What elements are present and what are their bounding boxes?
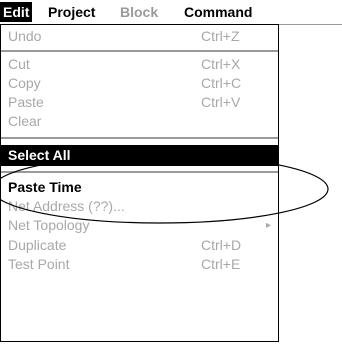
menu-bar: Edit Project Block Command bbox=[0, 0, 342, 25]
menu-block[interactable]: Block bbox=[120, 2, 158, 22]
menu-item-shortcut: Ctrl+D bbox=[201, 237, 242, 253]
menu-item-shortcut: Ctrl+X bbox=[201, 56, 241, 72]
menu-item-shortcut: Ctrl+C bbox=[201, 75, 242, 91]
menu-item-undo[interactable]: Undo Ctrl+Z bbox=[1, 27, 278, 46]
menu-item-copy[interactable]: Copy Ctrl+C bbox=[1, 74, 278, 93]
menu-item-label: Undo bbox=[8, 28, 42, 44]
menu-item-shortcut: Ctrl+E bbox=[201, 256, 241, 272]
menu-item-label: Net Address (??)... bbox=[8, 198, 125, 214]
menu-item-net-topology[interactable]: Net Topology ▸ bbox=[1, 216, 278, 235]
submenu-arrow-icon: ▸ bbox=[266, 220, 272, 231]
menu-item-label: Cut bbox=[8, 56, 30, 72]
menu-item-label: Paste Time bbox=[8, 179, 82, 195]
menu-separator bbox=[1, 171, 278, 173]
menu-item-label: Copy bbox=[8, 75, 41, 91]
menu-command[interactable]: Command bbox=[184, 2, 252, 22]
menu-separator bbox=[1, 50, 278, 52]
menu-separator bbox=[1, 137, 278, 139]
menu-item-label: Select All bbox=[8, 147, 71, 163]
menu-item-shortcut: Ctrl+V bbox=[201, 94, 241, 110]
menu-item-select-all[interactable]: Select All bbox=[1, 145, 278, 166]
menu-item-test-point[interactable]: Test Point Ctrl+E bbox=[1, 255, 278, 274]
menu-item-paste-time[interactable]: Paste Time bbox=[1, 178, 278, 197]
menu-item-label: Clear bbox=[8, 113, 42, 129]
menu-item-clear[interactable]: Clear bbox=[1, 112, 278, 131]
menu-item-label: Duplicate bbox=[8, 237, 67, 253]
menu-item-net-address[interactable]: Net Address (??)... bbox=[1, 197, 278, 216]
menu-item-label: Paste bbox=[8, 94, 44, 110]
menu-item-shortcut: Ctrl+Z bbox=[201, 28, 240, 44]
menu-edit[interactable]: Edit bbox=[0, 2, 33, 22]
edit-menu-dropdown: Undo Ctrl+Z Cut Ctrl+X Copy Ctrl+C Paste… bbox=[0, 24, 279, 342]
menu-item-label: Net Topology bbox=[8, 217, 90, 233]
menu-item-paste[interactable]: Paste Ctrl+V bbox=[1, 93, 278, 112]
menu-project[interactable]: Project bbox=[48, 2, 95, 22]
menu-item-label: Test Point bbox=[8, 256, 70, 272]
menu-item-duplicate[interactable]: Duplicate Ctrl+D bbox=[1, 236, 278, 255]
menu-item-cut[interactable]: Cut Ctrl+X bbox=[1, 55, 278, 74]
